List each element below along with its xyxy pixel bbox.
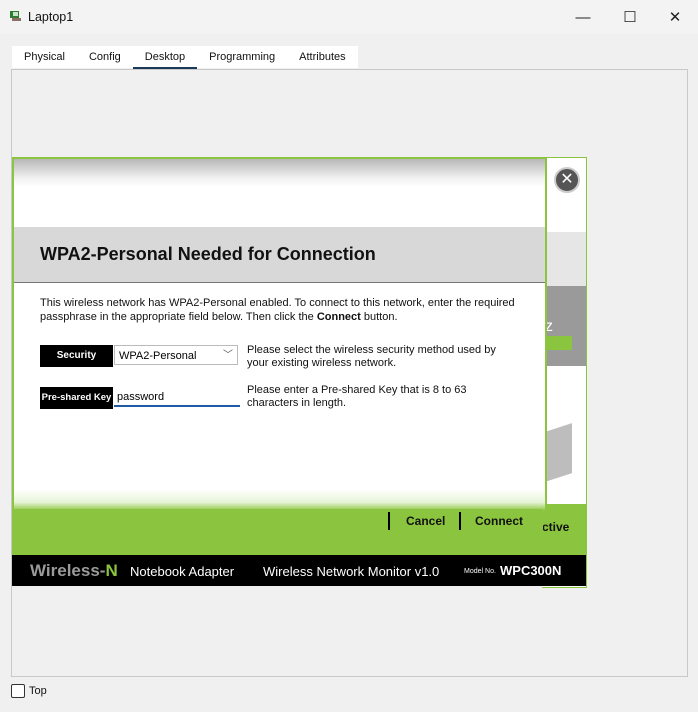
cancel-button[interactable]: Cancel: [406, 514, 445, 528]
description-bold: Connect: [316, 311, 361, 323]
background-partial-label: ctive: [542, 520, 570, 534]
brand-n: N: [105, 561, 118, 580]
tab-desktop[interactable]: Desktop: [132, 46, 198, 70]
tab-programming[interactable]: Programming: [197, 46, 288, 68]
model-label: Model No.: [464, 568, 496, 575]
tab-attributes[interactable]: Attributes: [287, 46, 358, 68]
background-monitor-window: ✕ z ctive: [542, 157, 587, 588]
connect-button[interactable]: Connect: [475, 514, 523, 528]
app-icon: [10, 11, 21, 21]
psk-hint: Please enter a Pre-shared Key that is 8 …: [247, 384, 467, 409]
maximize-button[interactable]: ☐: [607, 0, 653, 34]
security-select[interactable]: WPA2-Personal ﹀: [114, 345, 238, 365]
dialog-description: This wireless network has WPA2-Personal …: [40, 296, 520, 324]
separator: [459, 512, 461, 530]
top-checkbox[interactable]: [11, 684, 25, 698]
description-text-end: button.: [360, 311, 398, 323]
psk-input[interactable]: password: [114, 387, 240, 407]
minimize-icon: —: [575, 8, 591, 26]
minimize-button[interactable]: —: [560, 0, 606, 34]
tab-config[interactable]: Config: [76, 46, 133, 68]
close-icon[interactable]: ✕: [554, 167, 580, 193]
top-checkbox-label: Top: [29, 685, 47, 697]
dialog-heading: WPA2-Personal Needed for Connection: [40, 244, 376, 264]
tab-physical[interactable]: Physical: [12, 46, 77, 68]
dialog-top-gradient: [14, 159, 545, 187]
title-bar: Laptop1 — ☐ ✕: [0, 0, 698, 34]
maximize-icon: ☐: [623, 9, 637, 26]
security-select-value: WPA2-Personal: [119, 350, 197, 362]
wpa2-dialog: WPA2-Personal Needed for Connection This…: [12, 157, 547, 513]
brand-prefix: Wireless-: [30, 561, 106, 580]
psk-label: Pre-shared Key: [40, 387, 113, 409]
dialog-button-bar: Cancel Connect: [12, 509, 543, 555]
close-icon: ✕: [668, 9, 682, 26]
monitor-name: Wireless Network Monitor v1.0: [263, 564, 440, 579]
tab-bar: Physical Config Desktop Programming Attr…: [12, 46, 358, 70]
window-title: Laptop1: [28, 10, 74, 24]
product-name: Notebook Adapter: [130, 564, 235, 579]
separator: [388, 512, 390, 530]
close-button[interactable]: ✕: [652, 0, 698, 34]
background-header: [542, 232, 586, 286]
chevron-down-icon: ﹀: [223, 350, 233, 361]
description-text: This wireless network has WPA2-Personal …: [40, 297, 515, 323]
brand-logo: Wireless-N: [30, 561, 118, 581]
security-label: Security: [40, 345, 113, 367]
product-footer: Wireless-N Notebook Adapter Wireless Net…: [12, 555, 586, 586]
model-number: WPC300N: [500, 563, 562, 578]
security-hint: Please select the wireless security meth…: [247, 344, 496, 369]
dialog-bottom-gradient: [14, 489, 545, 511]
